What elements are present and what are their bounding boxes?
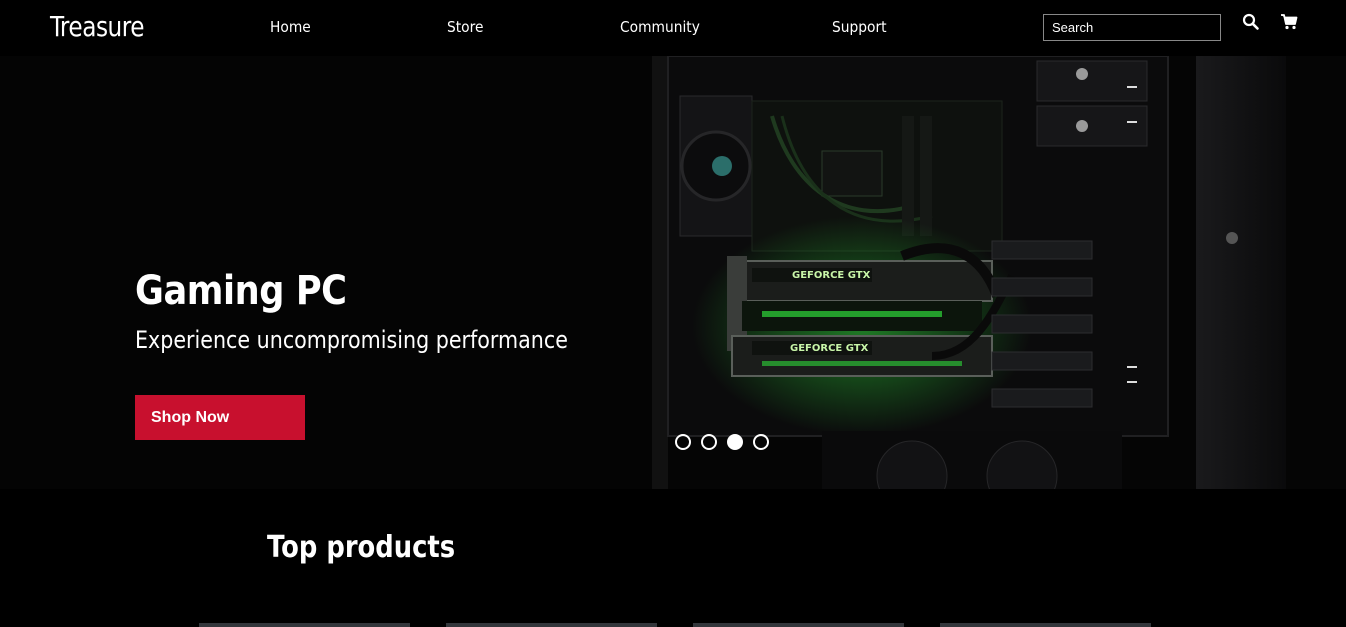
product-card[interactable] xyxy=(940,623,1151,627)
nav-store[interactable]: Store xyxy=(447,18,483,36)
product-card[interactable] xyxy=(446,623,657,627)
carousel-indicators xyxy=(675,434,769,450)
cart-icon[interactable] xyxy=(1280,13,1300,33)
shop-now-button[interactable]: Shop Now xyxy=(135,395,305,440)
carousel-dot-3[interactable] xyxy=(727,434,743,450)
product-card[interactable] xyxy=(693,623,904,627)
hero-subtitle: Experience uncompromising performance xyxy=(135,326,568,354)
gaming-pc-image: GEFORCE GTX GEFORCE GTX xyxy=(652,56,1346,489)
product-card[interactable] xyxy=(199,623,410,627)
site-logo[interactable]: Treasure xyxy=(50,10,145,43)
section-title: Top products xyxy=(267,530,456,565)
nav-support[interactable]: Support xyxy=(832,18,887,36)
carousel-dot-1[interactable] xyxy=(675,434,691,450)
carousel-dot-2[interactable] xyxy=(701,434,717,450)
hero-carousel: GEFORCE GTX GEFORCE GTX Gaming PC Experi… xyxy=(0,56,1346,489)
search-icon[interactable] xyxy=(1242,13,1262,33)
nav-community[interactable]: Community xyxy=(620,18,700,36)
gpu-label-1: GEFORCE GTX xyxy=(792,270,871,281)
site-header: Treasure Home Store Community Support xyxy=(0,0,1346,56)
search-input[interactable] xyxy=(1043,14,1221,41)
hero-title: Gaming PC xyxy=(135,268,347,314)
nav-home[interactable]: Home xyxy=(270,18,311,36)
carousel-dot-4[interactable] xyxy=(753,434,769,450)
gpu-label-2: GEFORCE GTX xyxy=(790,343,869,354)
